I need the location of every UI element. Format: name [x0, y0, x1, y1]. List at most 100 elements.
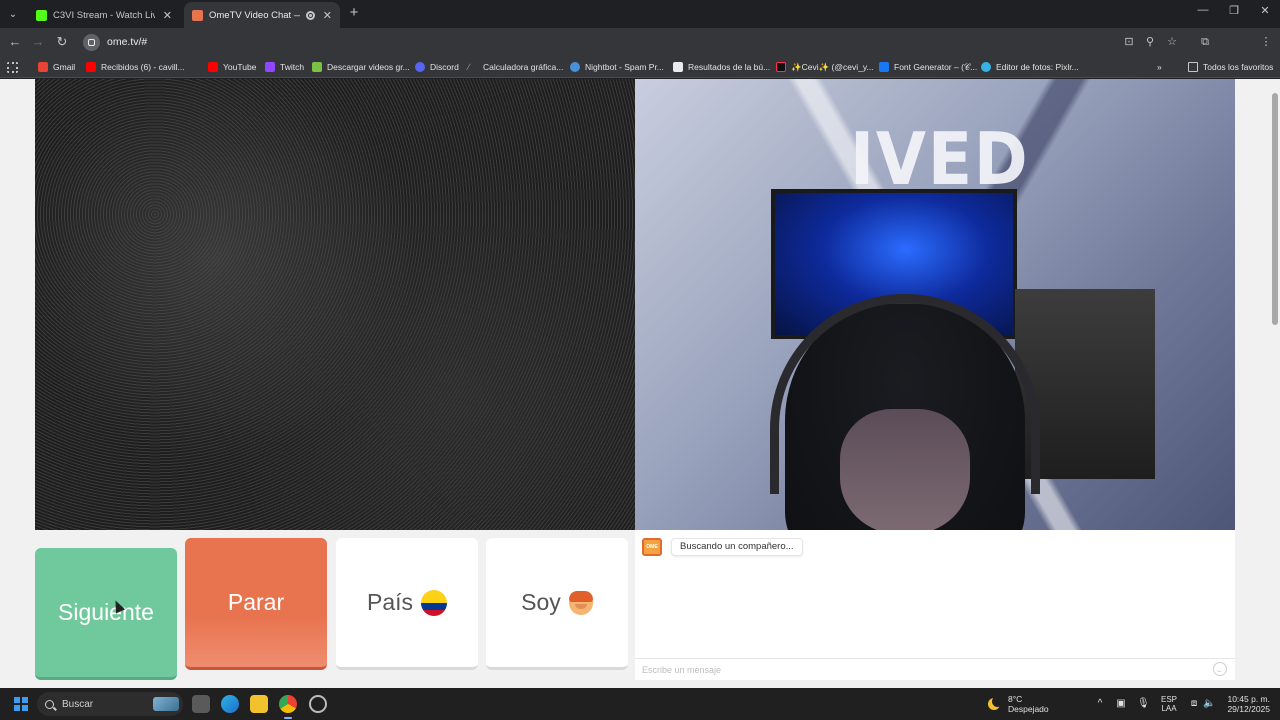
bookmark-recibidos[interactable]: Recibidos (6) - cavill... — [86, 60, 185, 74]
chrome-browser-icon[interactable] — [279, 695, 297, 719]
bookmark-label: Twitch — [280, 62, 305, 72]
bookmark-label: Nightbot - Spam Pr... — [585, 62, 664, 72]
taskbar-search[interactable]: Buscar — [37, 692, 183, 716]
weather-temp: 8°C — [1008, 694, 1023, 704]
emoji-smiley-icon[interactable] — [1213, 662, 1227, 676]
search-icon — [45, 699, 54, 709]
browser-toolbar: ← → ↻ ome.tv/# ⊡ ⚲ ☆ ⧉ ⋮ — [0, 28, 1280, 77]
install-app-icon[interactable]: ⊡ — [1122, 35, 1136, 49]
country-label: País — [366, 589, 414, 615]
tab-ometv[interactable]: OmeTV Video Chat — OmeTV ✕ — [184, 2, 340, 28]
task-view-icon[interactable] — [192, 695, 210, 713]
bookmark-calculadora[interactable]: ∕ Calculadora gráfica... — [468, 60, 563, 74]
extensions-icon[interactable]: ⧉ — [1198, 35, 1212, 49]
bookmark-resultados[interactable]: Resultados de la bú... — [673, 60, 770, 74]
tab-kick-stream[interactable]: C3VI Stream - Watch Live on Kick ✕ — [28, 2, 180, 28]
address-bar[interactable]: ome.tv/# — [80, 31, 1186, 53]
taskbar-search-label: Buscar — [62, 698, 94, 710]
restore-window-icon[interactable]: ❐ — [1219, 4, 1249, 17]
more-menu-icon[interactable]: ⋮ — [1259, 35, 1273, 49]
page-scrollbar[interactable] — [1270, 79, 1280, 688]
colombia-flag-icon — [421, 589, 448, 616]
bookmark-star-icon[interactable]: ☆ — [1165, 35, 1179, 49]
zoom-icon[interactable]: ⚲ — [1143, 35, 1157, 49]
chat-status-message: Buscando un compañero... — [671, 538, 803, 556]
bookmark-descargar[interactable]: Descargar videos gr... — [312, 60, 410, 74]
partner-video-static — [35, 79, 635, 530]
apps-grid-icon[interactable] — [7, 60, 23, 74]
search-result-icon — [673, 62, 683, 72]
bookmark-label: Discord — [430, 62, 459, 72]
clock-date: 29/12/2025 — [1227, 704, 1270, 714]
bookmark-label: Recibidos (6) - cavill... — [101, 62, 185, 72]
country-filter-button[interactable]: País — [336, 538, 478, 670]
bookmark-twitch[interactable]: Twitch — [265, 60, 304, 74]
folder-icon — [1188, 62, 1198, 72]
bookmark-tiktok[interactable]: ✨Cevi✨ (@cevi_y... — [776, 60, 874, 74]
minimize-window-icon[interactable]: — — [1188, 4, 1218, 16]
reload-icon[interactable]: ↻ — [53, 34, 71, 50]
gender-label: Soy — [521, 589, 561, 615]
tab-title: OmeTV Video Chat — OmeTV — [209, 9, 300, 21]
ometv-logo-icon: OME — [642, 538, 662, 556]
graph-icon: ∕ — [468, 62, 470, 72]
tray-app-icon[interactable]: ▣ — [1115, 698, 1127, 710]
bookmark-label: Editor de fotos: Pixlr... — [996, 62, 1079, 72]
next-button[interactable]: Siguiente — [35, 548, 177, 680]
bookmark-discord[interactable]: Discord — [415, 60, 459, 74]
bookmark-label: Font Generator – (𝒞... — [894, 61, 978, 72]
back-arrow-icon[interactable]: ← — [6, 34, 24, 50]
microphone-icon[interactable]: 🎙 — [1137, 698, 1150, 710]
bookmark-gmail[interactable]: Gmail — [38, 60, 75, 74]
forward-arrow-icon[interactable]: → — [29, 34, 47, 50]
tab-search-chevron-icon[interactable]: ⌄ — [4, 5, 22, 23]
tiktok-icon — [776, 62, 786, 72]
nightbot-icon — [570, 62, 580, 72]
tab-title: C3VI Stream - Watch Live on Kick — [53, 9, 155, 21]
site-info-icon[interactable] — [83, 33, 100, 51]
gmail-icon — [38, 62, 48, 72]
bookmark-nightbot[interactable]: Nightbot - Spam Pr... — [570, 60, 664, 74]
volume-icon[interactable]: 🔈 — [1203, 698, 1215, 710]
pixlr-icon — [981, 62, 991, 72]
self-camera-video: IVED — [635, 79, 1235, 530]
show-hidden-icons-chevron-icon[interactable]: ^ — [1094, 698, 1106, 710]
system-clock[interactable]: 10:45 p. m. 29/12/2025 — [1226, 694, 1270, 714]
scrollbar-thumb[interactable] — [1272, 93, 1278, 325]
bookmark-label: Resultados de la bú... — [688, 62, 771, 72]
url-text[interactable]: ome.tv/# — [107, 36, 147, 48]
chat-message-input[interactable] — [635, 658, 1235, 680]
close-tab-icon[interactable]: ✕ — [323, 9, 332, 22]
network-icon[interactable]: ⧈ — [1188, 698, 1200, 710]
moon-weather-icon — [988, 696, 1003, 710]
weather-widget[interactable]: 8°C Despejado — [988, 694, 1049, 714]
lang-layout: LAA — [1161, 704, 1177, 713]
all-bookmarks-folder[interactable]: Todos los favoritos — [1188, 60, 1273, 74]
file-explorer-icon[interactable] — [250, 695, 268, 713]
lang-code: ESP — [1161, 695, 1178, 704]
new-tab-plus-icon[interactable]: + — [346, 5, 362, 21]
more-bookmarks-chevron-icon[interactable]: » — [1157, 60, 1162, 74]
clock-time: 10:45 p. m. — [1227, 694, 1270, 704]
bookmark-youtube[interactable]: YouTube — [208, 60, 256, 74]
youtube-icon — [86, 62, 96, 72]
stop-button-label: Parar — [227, 589, 285, 615]
windows-start-icon[interactable] — [14, 697, 28, 711]
bookmark-label: Todos los favoritos — [1203, 62, 1274, 72]
gender-select-button[interactable]: Soy — [486, 538, 628, 670]
bookmark-label: Calculadora gráfica... — [483, 62, 564, 72]
font-icon — [879, 62, 889, 72]
boy-emoji-icon — [568, 590, 593, 615]
bookmark-font-generator[interactable]: Font Generator – (𝒞... — [879, 60, 977, 74]
keyboard-language[interactable]: ESP LAA — [1161, 695, 1177, 713]
bookmark-label: Descargar videos gr... — [327, 62, 410, 72]
recording-indicator-icon — [306, 10, 315, 20]
stop-button[interactable]: Parar — [185, 538, 327, 670]
close-window-icon[interactable]: ✕ — [1250, 4, 1280, 17]
ometv-page: IVED Siguiente Parar País Soy OME Buscan… — [0, 79, 1280, 688]
edge-browser-icon[interactable] — [221, 695, 239, 713]
obs-studio-icon[interactable] — [309, 695, 327, 713]
close-tab-icon[interactable]: ✕ — [163, 9, 172, 22]
twitch-icon — [265, 62, 275, 72]
bookmark-pixlr[interactable]: Editor de fotos: Pixlr... — [981, 60, 1079, 74]
